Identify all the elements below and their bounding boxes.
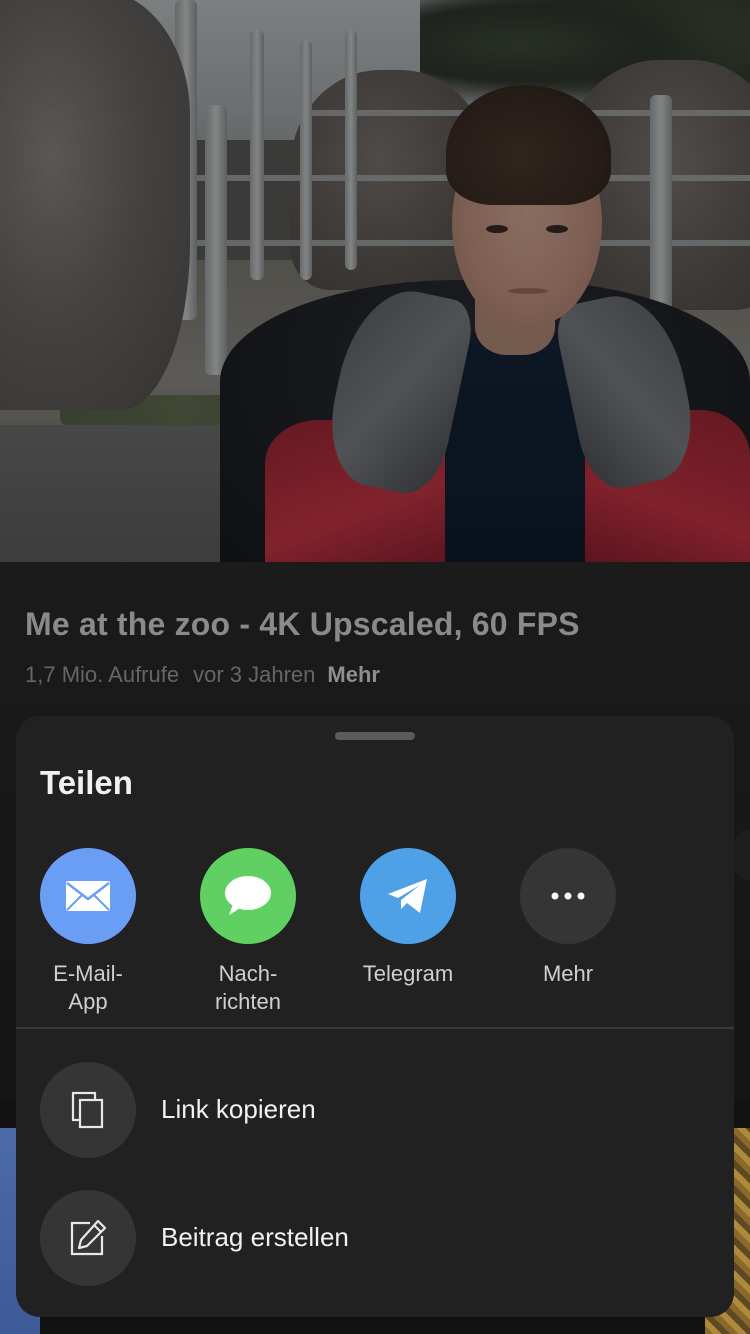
share-apps-row: E-Mail- App Nach- richten Telegram Mehr: [16, 848, 734, 1028]
video-title[interactable]: Me at the zoo - 4K Upscaled, 60 FPS: [25, 606, 580, 643]
create-post-label: Beitrag erstellen: [161, 1222, 349, 1252]
copy-icon: [40, 1062, 136, 1158]
dim-overlay: [0, 0, 750, 562]
video-player[interactable]: [0, 0, 750, 562]
screen: Me at the zoo - 4K Upscaled, 60 FPS 1,7 …: [0, 0, 750, 1334]
create-post-action[interactable]: Beitrag erstellen: [16, 1190, 734, 1290]
share-app-label: Nach- richten: [214, 961, 282, 1014]
share-app-telegram[interactable]: Telegram: [328, 848, 488, 988]
message-bubble-icon: [200, 848, 296, 944]
more-dots-icon: [520, 848, 616, 944]
mail-icon: [40, 848, 136, 944]
share-sheet-title: Teilen: [40, 764, 133, 801]
upload-age: vor 3 Jahren: [193, 662, 316, 687]
telegram-icon: [360, 848, 456, 944]
edit-post-icon: [40, 1190, 136, 1286]
view-count: 1,7 Mio. Aufrufe: [25, 662, 180, 687]
share-app-label: Telegram: [362, 961, 454, 986]
video-meta: 1,7 Mio. Aufrufe vor 3 Jahren Mehr: [25, 662, 380, 688]
copy-link-label: Link kopieren: [161, 1094, 316, 1124]
divider: [16, 1027, 734, 1029]
share-app-label: Mehr: [542, 961, 594, 986]
sheet-grabber[interactable]: [335, 732, 415, 740]
share-app-messages[interactable]: Nach- richten: [168, 848, 328, 1016]
more-info-link[interactable]: Mehr: [327, 662, 380, 687]
share-app-label: E-Mail- App: [53, 961, 123, 1014]
share-sheet: Teilen E-Mail- App Nach- richten Telegra…: [16, 716, 734, 1317]
copy-link-action[interactable]: Link kopieren: [16, 1062, 734, 1162]
share-app-email[interactable]: E-Mail- App: [16, 848, 168, 1016]
share-app-more[interactable]: Mehr: [488, 848, 648, 988]
